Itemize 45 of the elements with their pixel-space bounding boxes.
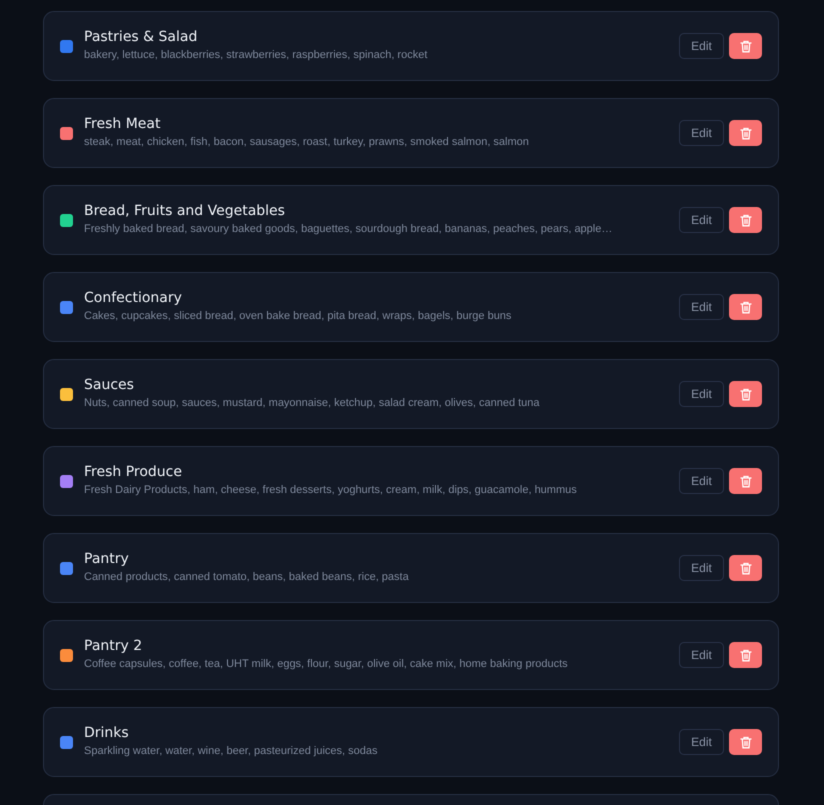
category-items: Sparkling water, water, wine, beer, pasteurized juices, sodas [84, 745, 378, 757]
delete-button[interactable] [729, 555, 762, 581]
trash-icon [740, 388, 752, 400]
category-name: Pantry 2 [84, 638, 144, 654]
category-name: Drinks [84, 725, 130, 741]
delete-button[interactable] [729, 33, 762, 59]
delete-button[interactable] [729, 642, 762, 668]
edit-button[interactable]: Edit [679, 468, 724, 494]
category-name: Confectionary [84, 290, 183, 306]
category-name: Sauces [84, 377, 135, 393]
delete-button[interactable] [729, 729, 762, 755]
edit-button[interactable]: Edit [679, 294, 724, 320]
edit-button[interactable]: Edit [679, 207, 724, 233]
trash-icon [740, 474, 752, 488]
category-items: Fresh Dairy Products, ham, cheese, fresh desserts, yoghurts, cream, milk, dips, guacamole, hummus [84, 484, 578, 496]
edit-button[interactable]: Edit [679, 729, 724, 755]
edit-button[interactable]: Edit [679, 381, 724, 407]
edit-button[interactable]: Edit [679, 555, 724, 581]
edit-button[interactable]: Edit [679, 33, 724, 59]
trash-icon [740, 736, 752, 748]
edit-button[interactable]: Edit [679, 120, 724, 146]
trash-icon [740, 562, 752, 574]
delete-button[interactable] [729, 207, 762, 233]
category-name: Pantry [84, 551, 130, 567]
category-name: Fresh Meat [84, 116, 162, 132]
category-items: Canned products, canned tomato, beans, baked beans, rice, pasta [84, 571, 410, 583]
trash-icon [740, 126, 752, 140]
delete-button[interactable] [729, 294, 762, 320]
category-items: steak, meat, chicken, fish, bacon, sausages, roast, turkey, prawns, smoked salmon, salmon [84, 136, 530, 148]
edit-button[interactable]: Edit [679, 642, 724, 668]
trash-icon [740, 214, 752, 226]
delete-button[interactable] [729, 120, 762, 146]
delete-button[interactable] [729, 468, 762, 494]
category-items: Coffee capsules, coffee, tea, UHT milk, eggs, flour, sugar, olive oil, cake mix, home baking products [84, 658, 569, 670]
category-items: Nuts, canned soup, sauces, mustard, mayonnaise, ketchup, salad cream, olives, canned tuna [84, 397, 541, 409]
category-items: Cakes, cupcakes, sliced bread, oven bake bread, pita bread, wraps, bagels, burge buns [84, 310, 512, 322]
category-name: Bread, Fruits and Vegetables [84, 203, 286, 219]
delete-button[interactable] [729, 381, 762, 407]
category-name: Fresh Produce [84, 464, 183, 480]
trash-icon [740, 40, 752, 52]
category-items: Freshly baked bread, savoury baked goods, baguettes, sourdough bread, bananas, peaches, pears, apple… [84, 223, 614, 235]
trash-icon [740, 300, 752, 314]
category-name: Pastries & Salad [84, 29, 198, 45]
category-items: bakery, lettuce, blackberries, strawberries, raspberries, spinach, rocket [84, 49, 428, 61]
trash-icon [740, 648, 752, 662]
